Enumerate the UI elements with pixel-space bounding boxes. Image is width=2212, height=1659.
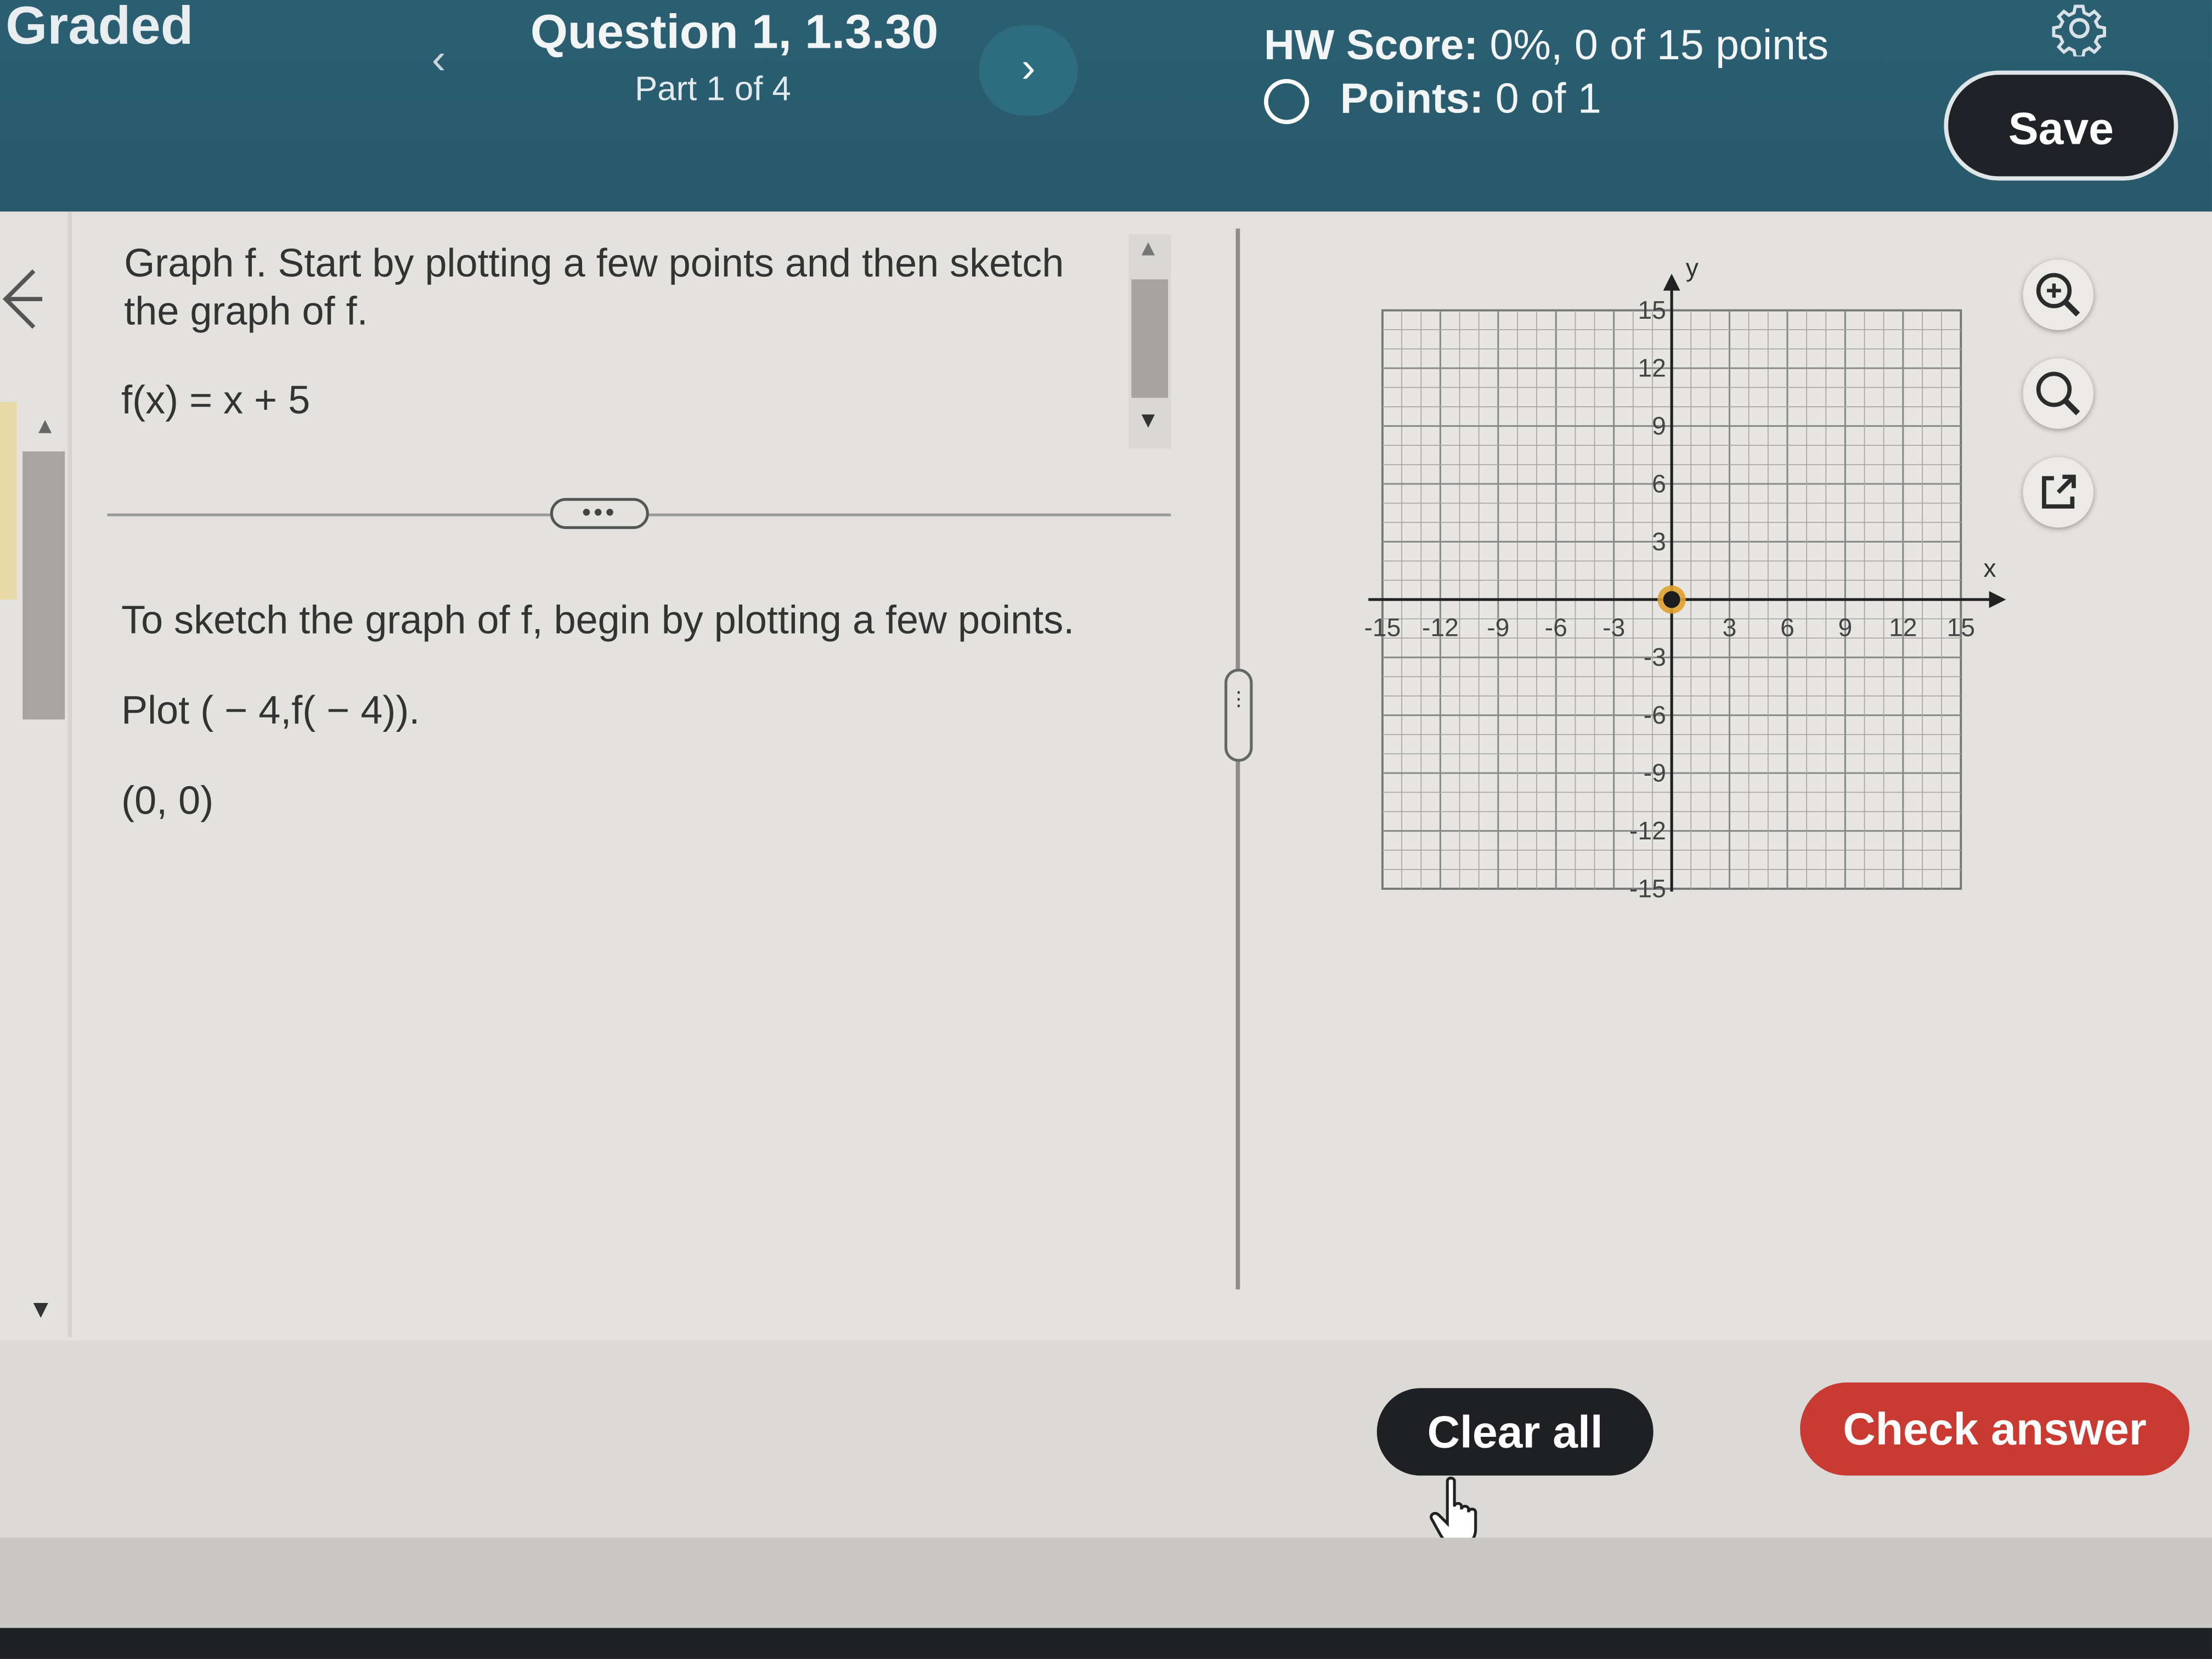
zoom-in-icon [2036,273,2080,317]
check-answer-button[interactable]: Check answer [1800,1382,2190,1476]
instruction-text: To sketch the graph of f, begin by plott… [121,598,1075,642]
gear-icon[interactable] [2051,0,2108,57]
left-rail-highlight [0,402,17,600]
hw-score: HW Score: 0%, 0 of 15 points [1264,22,1829,70]
zoom-out-button[interactable] [2023,358,2094,429]
y-tick-label: 6 [1652,469,1666,498]
x-tick-label: 12 [1889,613,1917,642]
y-tick-label: 15 [1638,296,1666,324]
coordinate-graph[interactable]: x y -15 -12 -9 -6 -3 3 6 9 12 15 15 12 9 6 3 -3 -6 -9 -12 -15 [1355,254,2018,917]
question-part: Part 1 of 4 [635,70,791,109]
x-axis-label: x [1983,554,1996,583]
back-arrow-icon[interactable] [0,265,43,336]
save-button[interactable]: Save [1944,70,2179,181]
left-divider [67,211,72,1338]
hw-score-value: 0%, 0 of 15 points [1489,22,1829,69]
pane-resize-handle[interactable]: ⋮ [1224,668,1253,762]
next-question-button[interactable]: › [979,25,1078,116]
x-tick-label: -3 [1602,613,1625,642]
hw-score-label: HW Score: [1263,22,1479,69]
x-tick-label: 9 [1838,613,1853,642]
plotted-point [1663,591,1680,608]
current-answer: (0, 0) [121,778,214,823]
x-tick-label: -12 [1422,613,1459,642]
points-value: 0 of 1 [1495,76,1601,123]
x-tick-label: -15 [1364,613,1401,642]
popout-icon [2042,475,2076,509]
x-tick-label: -6 [1545,613,1567,642]
zoom-in-button[interactable] [2023,259,2094,330]
y-tick-label: 12 [1638,354,1666,382]
x-tick-label: 15 [1947,613,1975,642]
question-prompt: Graph f. Start by plotting a few points … [124,241,1064,333]
plot-prompt: Plot ( − 4,f( − 4)). [121,688,420,732]
y-tick-label: -15 [1629,874,1666,902]
y-axis-arrow [1663,273,1680,291]
y-tick-label: 9 [1652,411,1666,440]
x-axis-arrow [1989,591,2006,608]
points-status-icon [1263,78,1310,125]
clear-all-button[interactable]: Clear all [1376,1388,1654,1476]
left-scrollbar-thumb[interactable] [22,451,65,720]
y-axis-label: y [1686,254,1699,282]
y-tick-label: -3 [1644,643,1666,672]
y-tick-label: 3 [1652,527,1666,556]
points-label: Points: [1340,76,1484,123]
question-scrollbar-thumb[interactable] [1131,279,1169,398]
header-bar: Graded ‹ Question 1, 1.3.30 Part 1 of 4 … [0,0,2212,212]
screen: Graded ‹ Question 1, 1.3.30 Part 1 of 4 … [0,0,2212,1659]
question-scroll-down-button[interactable]: ▼ [1137,409,1160,435]
graded-status: Graded [5,0,194,57]
y-tick-label: -6 [1644,701,1666,729]
y-tick-label: -12 [1629,816,1666,845]
popout-button[interactable] [2023,457,2094,528]
zoom-out-icon [2036,371,2080,416]
x-tick-label: -9 [1487,613,1509,642]
y-tick-label: -9 [1644,759,1666,787]
x-tick-label: 3 [1723,613,1737,642]
question-scroll-up-button[interactable]: ▲ [1137,237,1160,262]
left-scroll-down-button[interactable]: ▼ [28,1295,53,1325]
points: Points: 0 of 1 [1340,76,1601,124]
expand-more-button[interactable]: ••• [550,498,649,529]
taskbar [0,1628,2212,1659]
x-tick-label: 6 [1780,613,1795,642]
previous-question-button[interactable]: ‹ [432,37,446,84]
function-formula: f(x) = x + 5 [121,378,311,422]
bottom-strip [0,1537,2212,1628]
left-scroll-up-button[interactable]: ▲ [34,415,57,440]
question-title: Question 1, 1.3.30 [530,5,939,59]
